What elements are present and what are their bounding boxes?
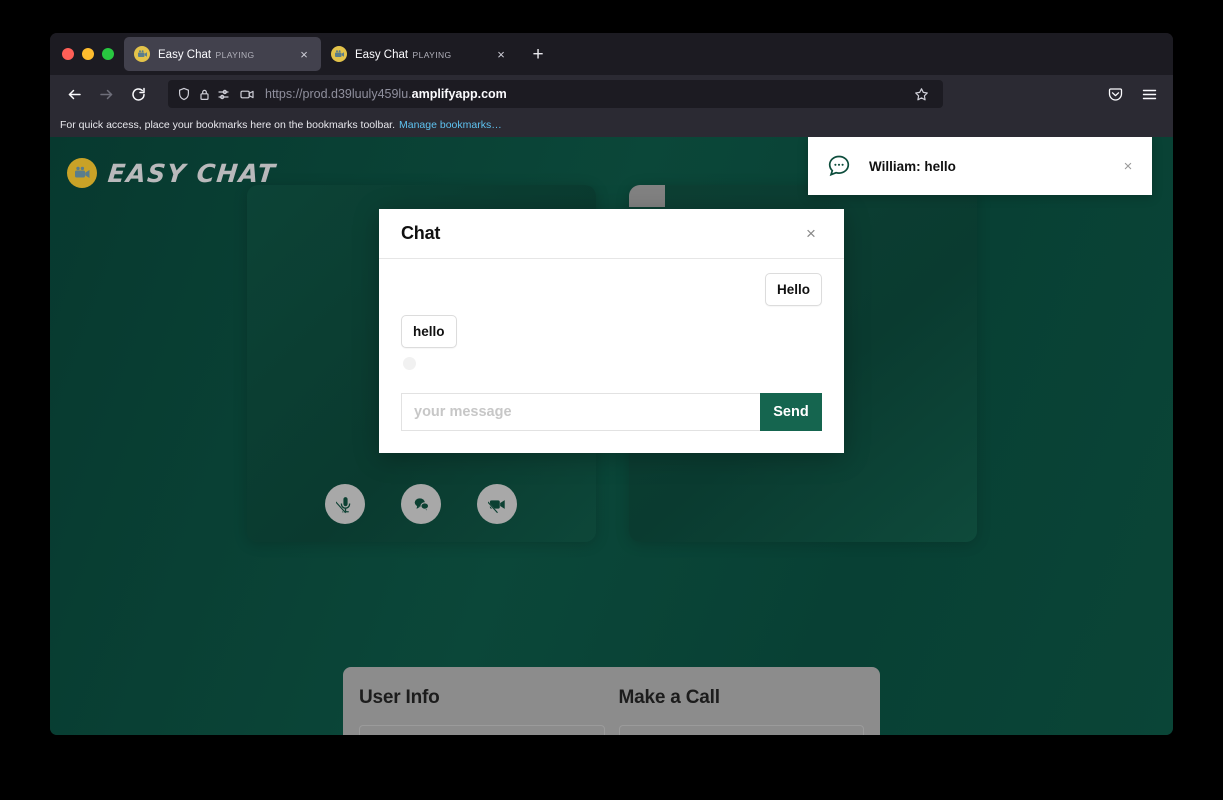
tab-status: PLAYING [412, 49, 452, 60]
close-window-button[interactable] [62, 48, 74, 60]
star-icon[interactable] [908, 81, 934, 107]
url-prefix: https://prod.d39luuly459lu. [265, 87, 412, 101]
send-button[interactable]: Send [760, 393, 822, 431]
chat-modal-title: Chat [401, 223, 441, 243]
modal-backdrop[interactable]: Chat × Hello hello your message Send Wil… [50, 137, 1173, 735]
chat-modal-header: Chat × [379, 209, 844, 259]
bookmarks-bar: For quick access, place your bookmarks h… [50, 113, 1173, 137]
close-icon[interactable]: × [800, 223, 822, 245]
back-arrow-icon[interactable] [60, 80, 88, 108]
new-tab-button[interactable]: + [524, 40, 552, 68]
url-domain: amplifyapp.com [411, 87, 507, 101]
chat-input-row: your message Send [379, 393, 844, 453]
page-content: EASY CHAT User Info Make a Call Chat × H… [50, 137, 1173, 735]
easy-chat-favicon [134, 46, 150, 62]
tab-text-group: Easy Chat PLAYING [158, 46, 287, 63]
chat-modal: Chat × Hello hello your message Send [379, 209, 844, 453]
camera-icon[interactable] [240, 88, 255, 101]
tab-strip: Easy Chat PLAYING × Easy Chat PLAYING × … [50, 33, 1173, 75]
chat-message-row: hello [401, 315, 822, 348]
browser-tab-1[interactable]: Easy Chat PLAYING × [124, 37, 321, 71]
hamburger-menu-icon[interactable] [1135, 80, 1163, 108]
maximize-window-button[interactable] [102, 48, 114, 60]
minimize-window-button[interactable] [82, 48, 94, 60]
chat-message-row: Hello [401, 273, 822, 306]
tab-title: Easy Chat [158, 48, 212, 61]
url-text[interactable]: https://prod.d39luuly459lu.amplifyapp.co… [262, 87, 901, 101]
tab-text-group: Easy Chat PLAYING [355, 46, 484, 63]
tab-close-icon[interactable]: × [492, 45, 510, 63]
tab-close-icon[interactable]: × [295, 45, 313, 63]
close-icon[interactable]: × [1118, 156, 1138, 176]
avatar [403, 357, 416, 370]
chat-bubble-incoming: hello [401, 315, 457, 348]
lock-icon[interactable] [198, 88, 211, 101]
shield-icon[interactable] [177, 87, 191, 101]
chat-bubble-outgoing: Hello [764, 273, 822, 306]
chat-bubble-dots-icon [826, 153, 852, 179]
pocket-icon[interactable] [1101, 80, 1129, 108]
browser-tab-2[interactable]: Easy Chat PLAYING × [321, 37, 518, 71]
reload-icon[interactable] [124, 80, 152, 108]
manage-bookmarks-link[interactable]: Manage bookmarks… [399, 119, 502, 131]
forward-arrow-icon[interactable] [92, 80, 120, 108]
toast-message: William: hello [869, 158, 956, 174]
easy-chat-favicon [331, 46, 347, 62]
chat-message-list: Hello hello [379, 259, 844, 393]
browser-window: Easy Chat PLAYING × Easy Chat PLAYING × … [50, 33, 1173, 735]
notification-toast: William: hello × [808, 137, 1152, 195]
navigation-toolbar: https://prod.d39luuly459lu.amplifyapp.co… [50, 75, 1173, 113]
chat-message-input[interactable]: your message [401, 393, 760, 431]
tab-title: Easy Chat [355, 48, 409, 61]
bookmarks-hint-text: For quick access, place your bookmarks h… [60, 119, 395, 131]
tab-status: PLAYING [215, 49, 255, 60]
permissions-icon[interactable] [218, 88, 233, 101]
url-bar[interactable]: https://prod.d39luuly459lu.amplifyapp.co… [168, 80, 943, 108]
window-traffic-lights [60, 48, 124, 60]
toolbar-right-group [1101, 80, 1163, 108]
